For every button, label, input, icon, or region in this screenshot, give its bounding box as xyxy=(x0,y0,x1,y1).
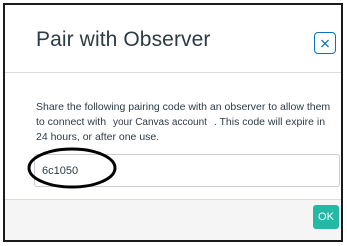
close-button[interactable] xyxy=(314,32,336,54)
pair-with-observer-dialog: Pair with Observer Share the following p… xyxy=(3,3,343,242)
dialog-footer: OK xyxy=(5,199,341,240)
dialog-title: Pair with Observer xyxy=(36,28,211,51)
dialog-header: Pair with Observer xyxy=(5,5,341,73)
account-phrase: your Canvas account xyxy=(112,116,207,128)
pairing-instructions: Share the following pairing code with an… xyxy=(36,100,336,145)
ok-button[interactable]: OK xyxy=(313,205,339,229)
close-icon xyxy=(321,39,329,47)
pairing-code-field[interactable] xyxy=(34,154,340,187)
